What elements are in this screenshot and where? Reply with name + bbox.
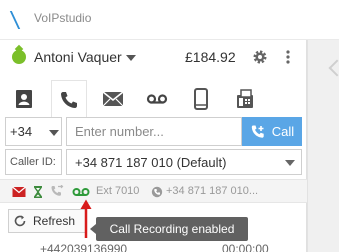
chevron-down-icon	[285, 160, 295, 166]
phone-add-icon	[251, 125, 264, 138]
caller-id-select[interactable]: +34 871 187 010 (Default)	[66, 149, 302, 175]
caller-id-row: Caller ID: +34 871 187 010 (Default)	[5, 149, 302, 175]
chevron-down-icon[interactable]	[126, 55, 136, 61]
phone-icon	[61, 91, 77, 108]
more-options-icon[interactable]	[284, 49, 292, 65]
list-item-number: +442039136990	[40, 242, 128, 252]
tab-contacts[interactable]	[6, 80, 42, 118]
refresh-label: Refresh	[33, 214, 76, 228]
refresh-button[interactable]: Refresh	[8, 209, 86, 233]
title-bar: VoIPstudio	[0, 0, 339, 40]
online-status-icon	[12, 50, 26, 64]
status-bar: Ext 7010 +34 871 187 010...	[0, 179, 307, 203]
envelope-alert-icon[interactable]	[12, 185, 26, 199]
collapsed-side-panel[interactable]	[307, 40, 339, 252]
call-forward-icon[interactable]	[50, 185, 64, 199]
softphone-window: VoIPstudio Antoni Vaquer £184.92 +34 Ent…	[0, 0, 339, 252]
dial-row: +34 Call	[5, 117, 302, 146]
caller-id-label: Caller ID:	[5, 149, 62, 175]
call-label: Call	[271, 124, 295, 139]
account-row: Antoni Vaquer £184.92	[0, 40, 307, 74]
envelope-icon	[102, 91, 124, 107]
country-code-select[interactable]: +34	[5, 117, 62, 146]
tab-mobile[interactable]	[183, 80, 219, 118]
app-logo-icon	[9, 11, 21, 29]
tab-dialer[interactable]	[51, 80, 87, 118]
app-title: VoIPstudio	[34, 11, 92, 25]
number-input[interactable]	[66, 117, 242, 146]
contacts-icon	[16, 90, 32, 108]
fax-icon	[237, 89, 253, 108]
account-balance: £184.92	[185, 49, 236, 65]
tab-voicemail[interactable]	[139, 80, 175, 118]
caller-id-value: +34 871 187 010 (Default)	[75, 155, 227, 170]
main-tabs	[0, 80, 270, 118]
voicemail-icon	[146, 94, 168, 104]
globe-phone-icon	[151, 186, 163, 198]
call-recording-icon[interactable]	[72, 185, 90, 199]
list-item-duration: 00:00:00	[222, 242, 269, 252]
account-name[interactable]: Antoni Vaquer	[34, 49, 122, 65]
chevron-left-icon[interactable]	[328, 59, 339, 77]
chevron-down-icon	[49, 130, 59, 136]
refresh-icon	[14, 215, 26, 227]
extension-label: Ext 7010	[96, 185, 140, 197]
country-code-value: +34	[10, 124, 33, 139]
tooltip: Call Recording enabled	[90, 217, 248, 241]
call-button[interactable]: Call	[242, 117, 302, 146]
tab-messages[interactable]	[95, 80, 131, 118]
tab-fax[interactable]	[227, 80, 263, 118]
gear-icon[interactable]	[252, 49, 268, 65]
outbound-cli: +34 871 187 010...	[166, 185, 259, 197]
hourglass-icon[interactable]	[33, 185, 43, 199]
mobile-icon	[194, 88, 208, 110]
